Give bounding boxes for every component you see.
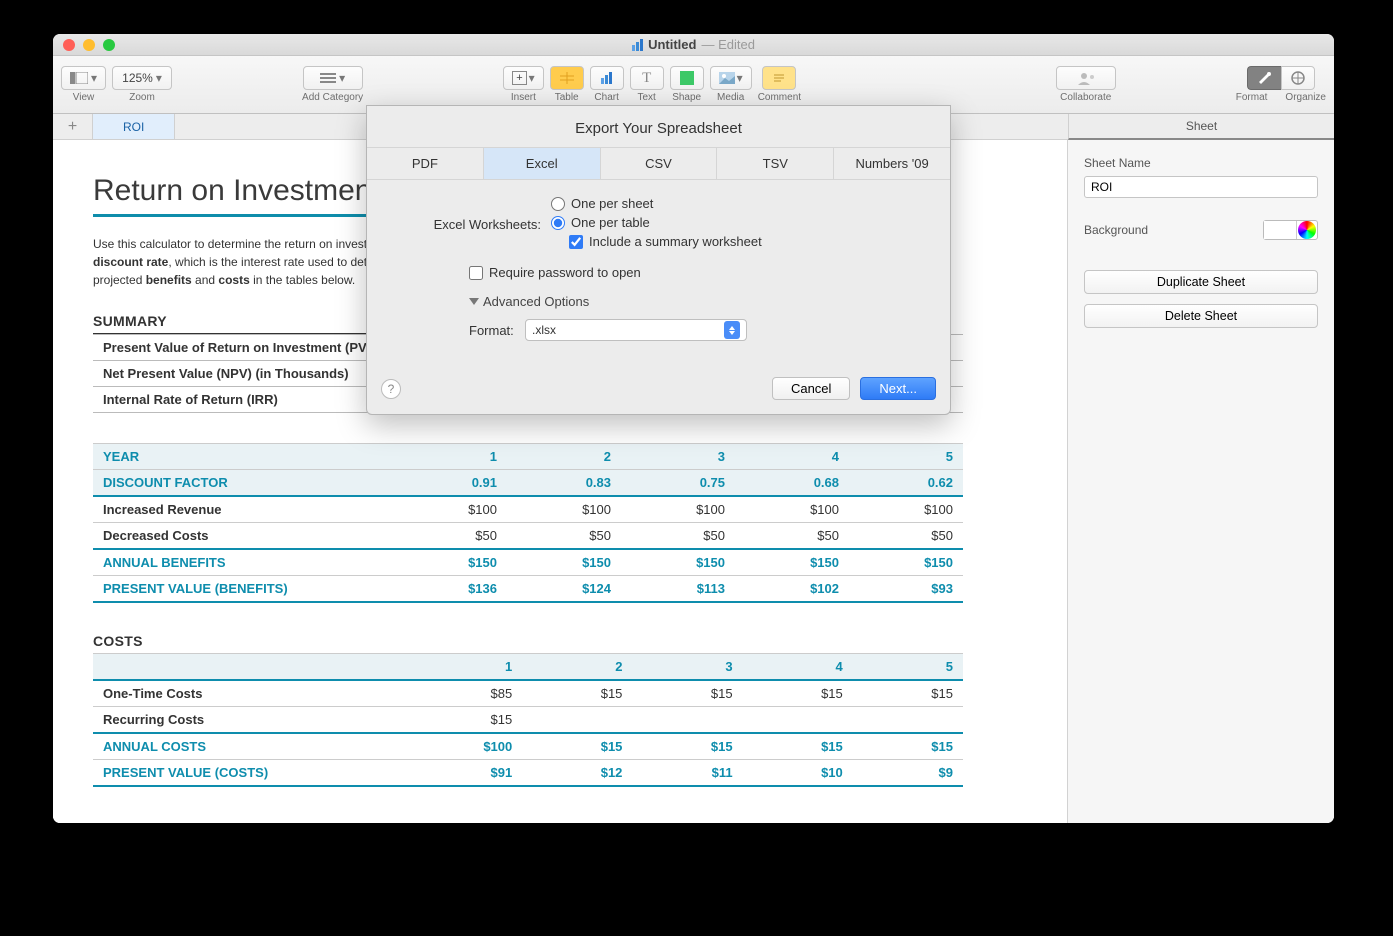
zoom-label: Zoom — [129, 92, 155, 103]
text-button[interactable]: T — [630, 66, 664, 90]
export-dialog: Export Your Spreadsheet PDF Excel CSV TS… — [366, 105, 951, 415]
color-wheel-icon — [1298, 221, 1316, 239]
add-sheet-button[interactable]: + — [53, 114, 93, 139]
worksheets-label: Excel Worksheets: — [391, 217, 551, 232]
delete-sheet-button[interactable]: Delete Sheet — [1084, 304, 1318, 328]
benefits-table[interactable]: YEAR12345 DISCOUNT FACTOR0.910.830.750.6… — [93, 443, 963, 603]
window-controls — [63, 39, 115, 51]
close-icon[interactable] — [63, 39, 75, 51]
costs-table[interactable]: 12345 One-Time Costs$85$15$15$15$15 Recu… — [93, 653, 963, 787]
media-label: Media — [717, 92, 744, 103]
view-label: View — [73, 92, 95, 103]
format-label: Format — [1236, 92, 1268, 103]
shape-label: Shape — [672, 92, 701, 103]
help-button[interactable]: ? — [381, 379, 401, 399]
format-label: Format: — [469, 323, 525, 338]
minimize-icon[interactable] — [83, 39, 95, 51]
zoom-button[interactable]: 125%▾ — [112, 66, 172, 90]
background-color-well[interactable] — [1263, 220, 1318, 240]
shape-button[interactable] — [670, 66, 704, 90]
comment-label: Comment — [758, 92, 801, 103]
tab-excel[interactable]: Excel — [484, 148, 601, 179]
add-category-label: Add Category — [302, 92, 363, 103]
table-button[interactable] — [550, 66, 584, 90]
radio-one-per-table[interactable]: One per table — [551, 215, 762, 230]
view-button[interactable]: ▾ — [61, 66, 106, 90]
inspector-tab-sheet[interactable]: Sheet — [1068, 114, 1334, 140]
app-icon — [632, 39, 643, 51]
checkbox-include-summary[interactable]: Include a summary worksheet — [569, 234, 762, 249]
duplicate-sheet-button[interactable]: Duplicate Sheet — [1084, 270, 1318, 294]
table-label: Table — [555, 92, 579, 103]
insert-button[interactable]: +▾ — [503, 66, 543, 90]
dialog-title: Export Your Spreadsheet — [367, 106, 950, 147]
select-arrows-icon — [724, 321, 740, 339]
collaborate-button[interactable] — [1056, 66, 1116, 90]
sheet-name-input[interactable] — [1084, 176, 1318, 198]
titlebar: Untitled— Edited — [53, 34, 1334, 56]
inspector-panel: Sheet Sheet Name Background Duplicate Sh… — [1067, 140, 1334, 823]
chart-button[interactable] — [590, 66, 624, 90]
sheet-name-label: Sheet Name — [1084, 156, 1318, 170]
add-category-button[interactable]: ▾ — [303, 66, 363, 90]
tab-pdf[interactable]: PDF — [367, 148, 484, 179]
organize-label: Organize — [1285, 92, 1326, 103]
cancel-button[interactable]: Cancel — [772, 377, 850, 400]
disclosure-triangle-icon — [469, 298, 479, 305]
organize-button[interactable] — [1281, 66, 1315, 90]
advanced-options-toggle[interactable]: Advanced Options — [469, 294, 926, 309]
insert-label: Insert — [511, 92, 536, 103]
costs-heading: COSTS — [93, 633, 923, 653]
radio-one-per-sheet[interactable]: One per sheet — [551, 196, 762, 211]
window-title: Untitled— Edited — [632, 37, 755, 52]
collaborate-label: Collaborate — [1060, 92, 1111, 103]
export-format-tabs: PDF Excel CSV TSV Numbers '09 — [367, 147, 950, 180]
tab-csv[interactable]: CSV — [601, 148, 718, 179]
maximize-icon[interactable] — [103, 39, 115, 51]
tab-tsv[interactable]: TSV — [717, 148, 834, 179]
comment-button[interactable] — [762, 66, 796, 90]
background-label: Background — [1084, 223, 1148, 237]
tab-numbers09[interactable]: Numbers '09 — [834, 148, 950, 179]
sheet-tab-roi[interactable]: ROI — [93, 114, 175, 139]
format-button[interactable] — [1247, 66, 1281, 90]
checkbox-require-password[interactable]: Require password to open — [469, 265, 926, 280]
media-button[interactable]: ▾ — [710, 66, 752, 90]
format-select[interactable]: .xlsx — [525, 319, 747, 341]
chart-label: Chart — [594, 92, 618, 103]
text-label: Text — [637, 92, 655, 103]
next-button[interactable]: Next... — [860, 377, 936, 400]
